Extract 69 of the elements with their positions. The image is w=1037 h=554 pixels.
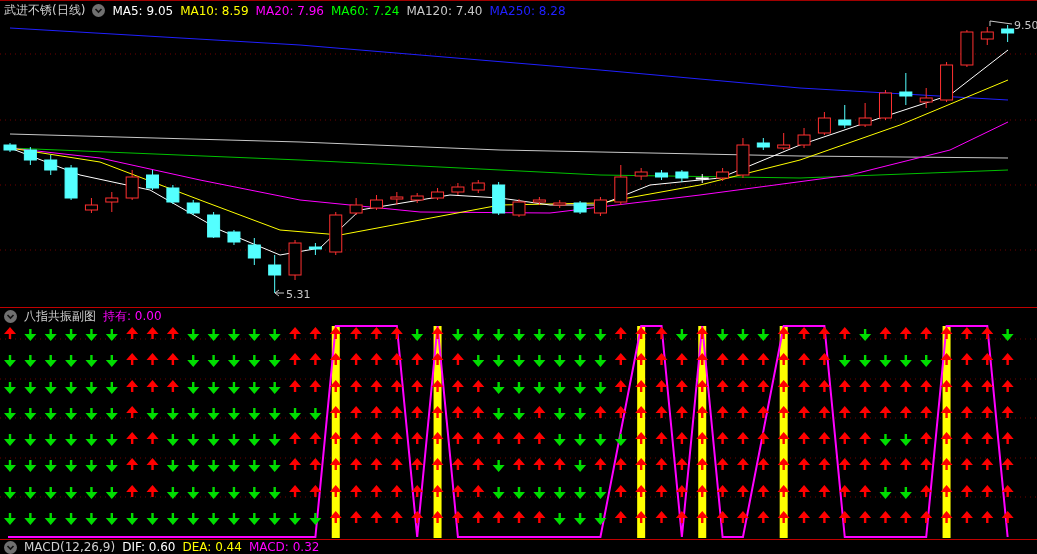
candlestick: [370, 194, 383, 211]
candlestick: [838, 104, 852, 129]
candlestick: [879, 89, 892, 121]
price-label: 5.31: [286, 288, 311, 301]
candlestick: [858, 102, 872, 128]
candlestick: [899, 72, 913, 106]
candlestick: [207, 211, 221, 239]
candlestick: [268, 254, 282, 294]
candlestick: [308, 242, 322, 256]
candlestick: [288, 239, 302, 281]
candlestick: [64, 164, 78, 201]
indicator-value: MA5: 9.05: [112, 3, 174, 18]
candlestick: [573, 200, 587, 215]
candlestick: [329, 211, 343, 256]
candlestick: [471, 179, 485, 194]
dropdown-icon[interactable]: [4, 540, 17, 554]
candlestick: [756, 137, 770, 151]
candlestick: [451, 182, 465, 196]
stock-title: 武进不锈(日线): [4, 2, 86, 19]
indicator-value: MACD: 0.32: [248, 540, 320, 554]
candlestick: [1001, 24, 1015, 43]
candlestick: [797, 127, 811, 149]
indicator-value: MA20: 7.96: [255, 3, 324, 18]
indicator-value: DIF: 0.60: [122, 540, 176, 554]
candlestick: [614, 164, 628, 206]
candlestick: [817, 111, 831, 136]
candlestick: [777, 132, 791, 151]
candlestick: [227, 229, 241, 246]
leader-line: [274, 289, 285, 297]
candlestick: [634, 167, 648, 181]
candlestick: [736, 137, 750, 179]
candlestick: [675, 169, 689, 183]
candlestick: [919, 87, 933, 109]
indicator-title: MACD(12,26,9): [24, 540, 116, 554]
candlestick: [166, 184, 180, 205]
indicator-value: DEA: 0.44: [182, 540, 242, 554]
candlestick: [84, 197, 98, 214]
candlestick: [655, 169, 668, 181]
candlestick: [940, 61, 954, 103]
indicator-value: MA250: 8.28: [489, 3, 566, 18]
candlestick: [186, 199, 200, 216]
candlestick: [146, 169, 159, 191]
candlestick: [695, 173, 709, 184]
candlestick: [410, 192, 424, 204]
holding-value: 持有: 0.00: [103, 307, 162, 325]
candlestick: [125, 169, 139, 201]
candlestick: [593, 196, 607, 217]
indicator-value: MA120: 7.40: [406, 3, 483, 18]
dropdown-icon[interactable]: [4, 309, 17, 323]
dropdown-icon[interactable]: [92, 4, 106, 17]
candlestick: [247, 237, 261, 266]
candlestick: [23, 146, 37, 166]
candlestick: [980, 26, 994, 46]
candlestick: [492, 181, 506, 216]
candlestick: [105, 191, 119, 213]
indicator-value: MA60: 7.24: [331, 3, 400, 18]
candlestick: [3, 142, 17, 153]
candlestick: [44, 154, 58, 176]
candlestick: [349, 197, 363, 216]
indicator-value: MA10: 8.59: [180, 3, 249, 18]
candlestick: [960, 29, 974, 68]
candlestick: [532, 196, 546, 206]
price-label: 9.50: [1014, 20, 1037, 32]
candlestick: [512, 198, 526, 218]
candlestick: [431, 187, 445, 201]
candlestick: [390, 191, 404, 206]
indicator-title: 八指共振副图: [24, 307, 96, 325]
candlestick: [716, 167, 730, 182]
leader-line: [989, 20, 1013, 27]
